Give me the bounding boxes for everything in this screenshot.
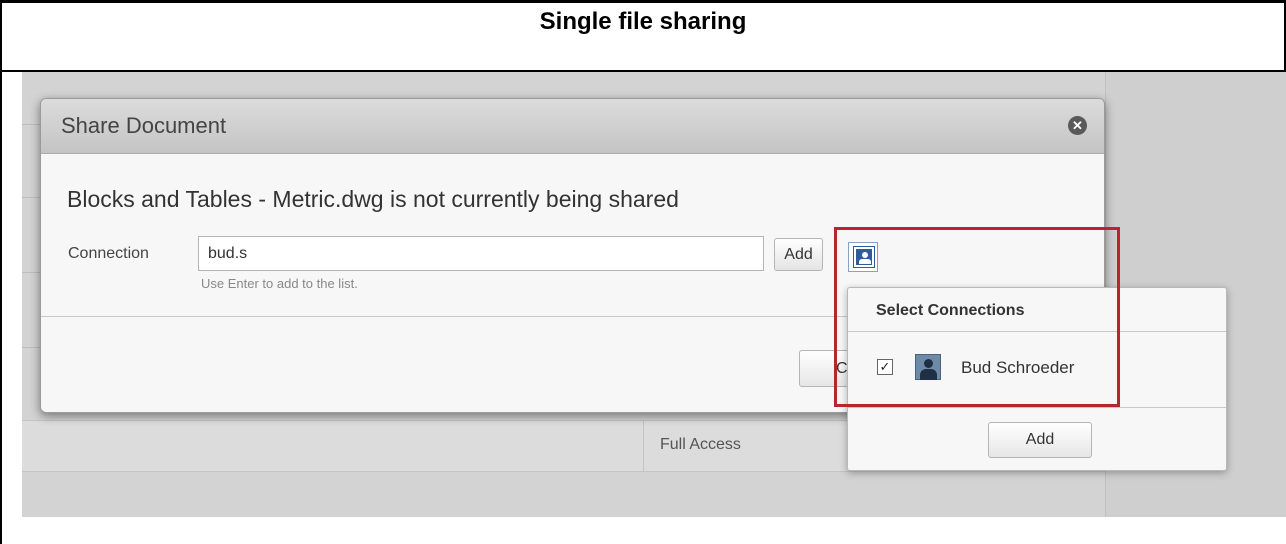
connection-input[interactable]: [198, 236, 764, 271]
dialog-header: Share Document ✕: [41, 99, 1104, 154]
add-connection-button[interactable]: Add: [774, 238, 823, 271]
connection-label: Connection: [68, 245, 149, 262]
document-figure: Single file sharing Full Access Share Do…: [0, 0, 1286, 544]
popup-divider: [848, 407, 1226, 408]
close-icon[interactable]: ✕: [1068, 116, 1087, 135]
access-level-cell: Full Access: [660, 436, 741, 453]
bg-column-divider: [643, 421, 644, 471]
table-border-left: [0, 0, 2, 544]
table-border-top: [0, 0, 1286, 3]
red-highlight-box: [834, 227, 1120, 407]
popup-add-button[interactable]: Add: [988, 422, 1092, 458]
share-status-message: Blocks and Tables - Metric.dwg is not cu…: [67, 186, 679, 212]
dialog-title: Share Document: [61, 113, 227, 138]
figure-caption: Single file sharing: [539, 8, 747, 35]
connection-hint: Use Enter to add to the list.: [201, 276, 358, 291]
